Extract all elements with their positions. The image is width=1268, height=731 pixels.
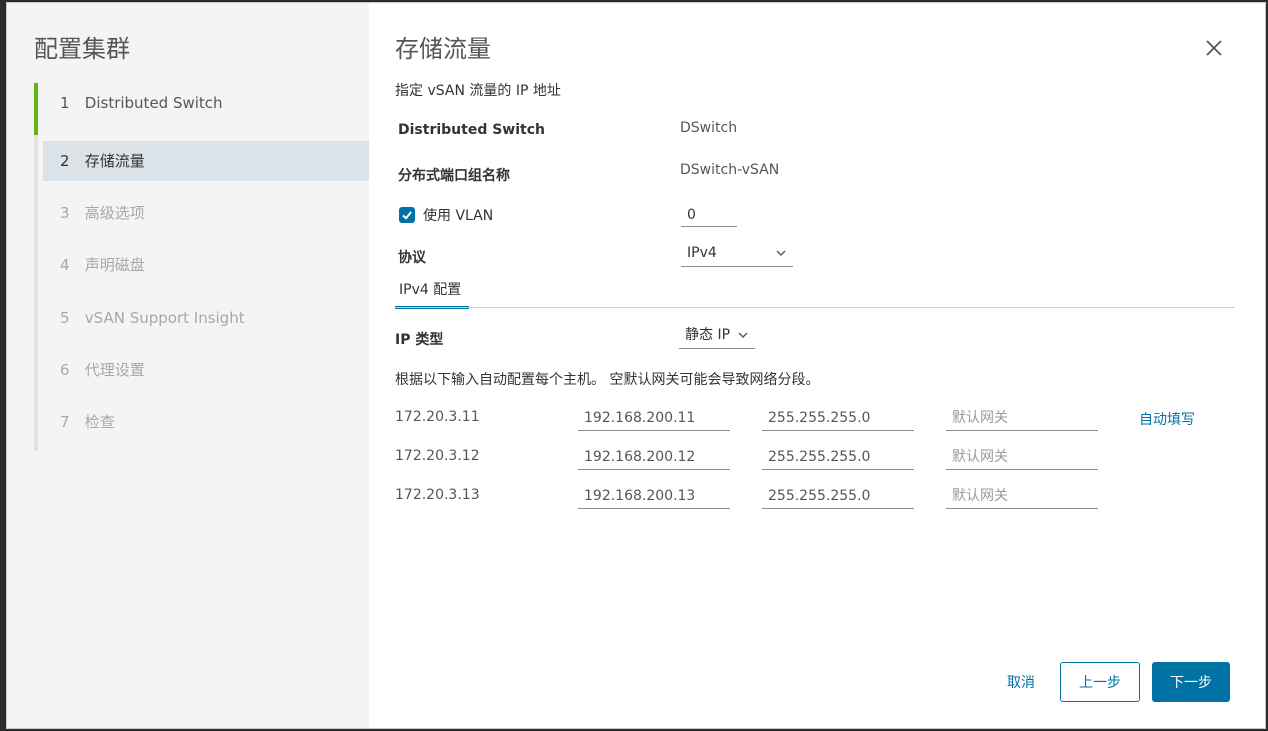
step-number: 4 <box>60 256 70 274</box>
switch-label: Distributed Switch <box>398 122 545 138</box>
step-number: 7 <box>60 413 70 431</box>
host-ip-input[interactable] <box>578 405 730 431</box>
step-proxy-settings: 6 代理设置 <box>34 350 369 390</box>
tab-divider <box>395 307 1235 308</box>
gateway-input[interactable] <box>946 444 1098 470</box>
protocol-label: 协议 <box>398 250 426 266</box>
check-icon <box>402 211 412 220</box>
wizard-title: 配置集群 <box>34 35 130 63</box>
host-ip-input[interactable] <box>578 483 730 509</box>
step-storage-traffic[interactable]: 2 存储流量 <box>43 141 369 181</box>
autoconfig-hint: 根据以下输入自动配置每个主机。 空默认网关可能会导致网络分段。 <box>395 372 820 388</box>
step-label: 代理设置 <box>84 361 145 379</box>
host-address: 172.20.3.11 <box>395 409 480 425</box>
step-number: 1 <box>60 94 70 112</box>
ip-type-label: IP 类型 <box>395 332 444 348</box>
page-subtitle: 指定 vSAN 流量的 IP 地址 <box>395 83 561 99</box>
step-claim-disks: 4 声明磁盘 <box>34 245 369 285</box>
step-advanced-options: 3 高级选项 <box>34 193 369 233</box>
host-ip-input[interactable] <box>578 444 730 470</box>
ip-type-select-value: 静态 IP <box>685 327 731 343</box>
cancel-button[interactable]: 取消 <box>981 662 1061 702</box>
back-button[interactable]: 上一步 <box>1060 662 1140 702</box>
ip-type-select[interactable]: 静态 IP <box>679 323 755 349</box>
protocol-select[interactable]: IPv4 <box>681 241 793 267</box>
close-icon <box>1206 40 1222 56</box>
step-label: vSAN Support Insight <box>84 309 245 327</box>
tab-ipv4-config[interactable]: IPv4 配置 <box>395 277 469 309</box>
use-vlan-row: 使用 VLAN <box>399 205 493 225</box>
step-number: 2 <box>60 152 70 170</box>
step-vsan-support-insight: 5 vSAN Support Insight <box>34 298 369 338</box>
protocol-select-value: IPv4 <box>687 245 717 261</box>
configure-cluster-dialog: 配置集群 1 Distributed Switch 2 存储流量 3 高级选项 … <box>6 2 1266 729</box>
step-label: 检查 <box>84 413 115 431</box>
chevron-down-icon <box>776 250 786 256</box>
gateway-input[interactable] <box>946 405 1098 431</box>
step-progress-bar <box>34 83 38 135</box>
step-label: 高级选项 <box>84 204 145 222</box>
switch-value: DSwitch <box>680 120 738 136</box>
step-number: 6 <box>60 361 70 379</box>
step-label: 声明磁盘 <box>84 256 145 274</box>
wizard-content: 存储流量 指定 vSAN 流量的 IP 地址 Distributed Switc… <box>369 3 1265 728</box>
step-label: 存储流量 <box>84 152 145 170</box>
portgroup-label: 分布式端口组名称 <box>398 168 510 184</box>
use-vlan-label: 使用 VLAN <box>423 208 494 224</box>
chevron-down-icon <box>738 332 748 338</box>
subnet-mask-input[interactable] <box>762 444 914 470</box>
step-distributed-switch[interactable]: 1 Distributed Switch <box>34 83 369 135</box>
host-address: 172.20.3.12 <box>395 448 480 464</box>
host-address: 172.20.3.13 <box>395 487 480 503</box>
step-review: 7 检查 <box>34 402 369 442</box>
step-number: 3 <box>60 204 70 222</box>
wizard-sidebar: 配置集群 1 Distributed Switch 2 存储流量 3 高级选项 … <box>7 3 369 728</box>
step-label: Distributed Switch <box>84 94 223 112</box>
page-title: 存储流量 <box>395 35 491 63</box>
subnet-mask-input[interactable] <box>762 483 914 509</box>
subnet-mask-input[interactable] <box>762 405 914 431</box>
next-button[interactable]: 下一步 <box>1152 662 1230 702</box>
autofill-link[interactable]: 自动填写 <box>1139 409 1195 429</box>
step-number: 5 <box>60 309 70 327</box>
gateway-input[interactable] <box>946 483 1098 509</box>
vlan-id-input[interactable] <box>681 203 737 227</box>
portgroup-value: DSwitch-vSAN <box>680 162 780 178</box>
use-vlan-checkbox[interactable] <box>399 207 415 223</box>
close-button[interactable] <box>1205 39 1225 59</box>
